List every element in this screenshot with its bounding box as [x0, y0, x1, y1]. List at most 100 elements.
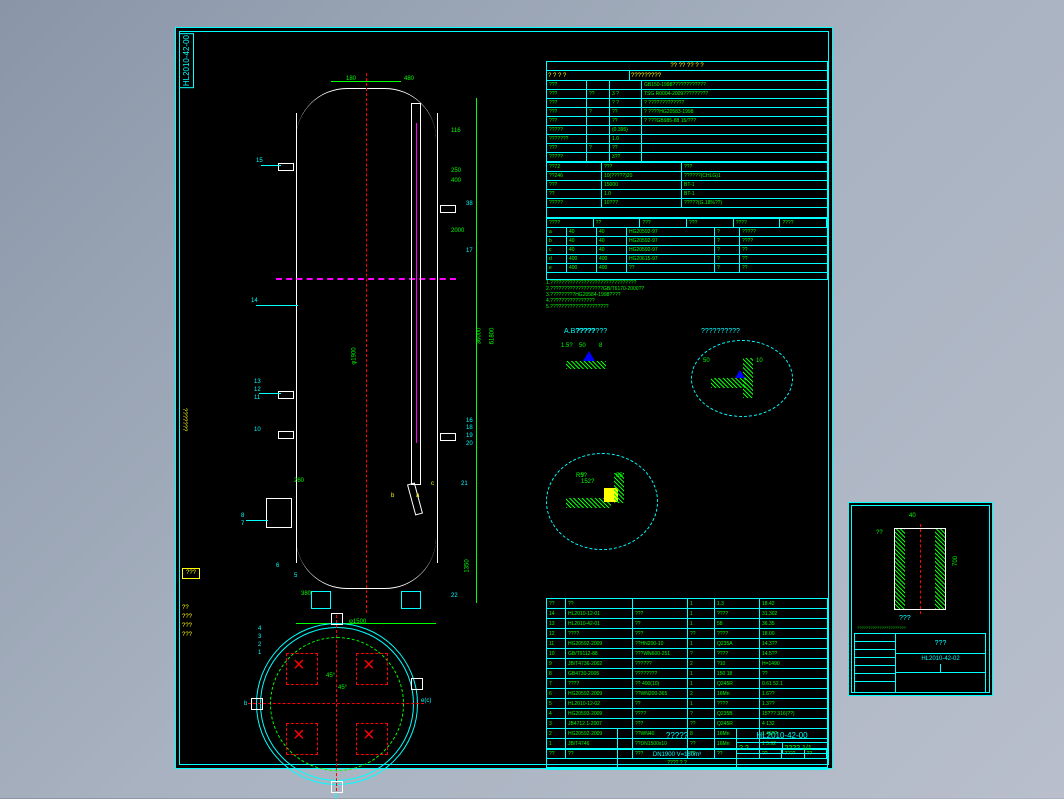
- spec-hdr-l: ? ? ? ?: [547, 70, 630, 81]
- leader-15: 15: [256, 158, 263, 164]
- horizontal-centerline: [276, 278, 456, 280]
- plan-angle: 45°: [326, 673, 335, 679]
- leader-10: 10: [254, 427, 261, 433]
- support-left: [311, 591, 331, 609]
- detA-dim1: 1.5?: [561, 343, 573, 349]
- lead-line-15: [261, 165, 281, 166]
- tb-dwg: HL2010-42-00: [737, 729, 827, 743]
- seq-1: ??: [182, 604, 200, 613]
- aux-part-view: 40 700 ??: [879, 518, 959, 618]
- detail-C-label: ????????: [576, 328, 607, 335]
- tank-elevation-view: 180 480 116 400 2000 250 φ1900 36000 618…: [236, 73, 496, 613]
- bolt-hole-3: ×: [286, 723, 318, 755]
- plan-noz-bot: [331, 781, 343, 793]
- bolt-hole-4: ×: [356, 723, 388, 755]
- seq-4: ???: [182, 631, 200, 640]
- leader-6: 6: [276, 563, 279, 569]
- leader-a: a: [416, 493, 419, 499]
- dim-380: 380: [301, 591, 311, 597]
- dim-61800: 61800: [489, 328, 495, 345]
- dim-480: 480: [404, 76, 414, 82]
- plan-leader-g: g: [334, 793, 337, 799]
- lead-line-14: [256, 305, 298, 306]
- nozzle-18: [440, 433, 456, 441]
- dim-116: 116: [451, 128, 461, 134]
- main-drawing-sheet: HL2010-42-00 180 480 116 400 2000 250 φ1…: [175, 27, 833, 769]
- tb-right: HL2010-42-00 ? ????? 1/1: [736, 729, 827, 767]
- nozzle-table: ???????????????????? a4040HG20592-97????…: [546, 218, 828, 280]
- aux-title-block: ??? HL2010-42-02: [854, 633, 986, 693]
- dim-400: 400: [451, 178, 461, 184]
- seq-3: ???: [182, 622, 200, 631]
- leader-21: 21: [461, 481, 468, 487]
- detB-h2: [743, 358, 753, 398]
- subsec-rows: ??72????????24610(?????)20??????(CHLG)1?…: [547, 162, 827, 208]
- detC-dim3: 55: [616, 473, 623, 479]
- main-spec-table: ?? ?? ?? ? ? ? ? ? ? ????????? ???GB150-…: [546, 61, 828, 218]
- tb-name: ?????: [618, 729, 736, 752]
- vertical-centerline: [366, 73, 367, 613]
- aux-tb-dwg: HL2010-42-02: [896, 654, 985, 664]
- aux-part-label: ???: [899, 615, 911, 622]
- notes-block: 1.???????????????????????????????2.?????…: [546, 280, 826, 315]
- spec-rows: ???GB150-1998?????????????????3 ?TSG R00…: [547, 81, 827, 162]
- bolt-hole-2: ×: [356, 653, 388, 685]
- leader-8: 8: [241, 513, 244, 519]
- detC-dim2: ?152?: [581, 473, 594, 485]
- tb-sheet: ???? 1/1: [783, 743, 828, 753]
- nozzle-header: ????????????????????: [547, 219, 827, 228]
- aux-tb-name: ???: [896, 634, 985, 654]
- plan-leader-b: b: [244, 701, 247, 707]
- plan-view: × × × × 45° 45° b e(c) g: [256, 623, 416, 783]
- aux-dim-w: 40: [909, 513, 916, 519]
- title-block: ????? DN1900 V=180m³ ???? ? ? HL2010-42-…: [546, 728, 828, 768]
- aux-drawing-sheet: 40 700 ?? ??? ?????????????????????? ???…: [848, 502, 993, 696]
- notes-text: 1.???????????????????????????????2.?????…: [546, 280, 826, 310]
- lead-line-8: [246, 520, 268, 521]
- detail-B-label: ??????????: [701, 328, 740, 335]
- aux-note: ??????????????????????: [857, 625, 982, 630]
- leader-b: b: [391, 493, 394, 499]
- tb-wt: ???? ? ?: [618, 758, 736, 767]
- detB-dim2: 10: [756, 358, 763, 364]
- nozzle-rows: a4040HG20592-97??????b4040HG20592-97????…: [547, 228, 827, 273]
- leader-22: 22: [451, 593, 458, 599]
- level-line: [416, 123, 417, 443]
- aux-dim-t: ??: [876, 530, 883, 536]
- tb-center: ????? DN1900 V=180m³ ???? ? ?: [618, 729, 736, 767]
- plan-angle2: 45°: [338, 685, 347, 691]
- side-vertical-label: ???????: [181, 408, 187, 431]
- detA-weld: [583, 351, 595, 361]
- leader-18: 18: [466, 425, 473, 431]
- aux-dim-h: 700: [953, 556, 959, 566]
- detB-h1: [711, 378, 746, 388]
- dim-phi1900: φ1900: [352, 347, 358, 364]
- dim-36000: 36000: [476, 328, 482, 345]
- tb-left: [547, 729, 618, 767]
- leader-38: 38: [466, 201, 473, 207]
- spec-hdr-r: ?????????: [630, 70, 827, 81]
- support-right: [401, 591, 421, 609]
- detB-dim: 50: [703, 358, 710, 364]
- aux-part-outline: [894, 528, 946, 610]
- leader-16: 16: [466, 418, 473, 424]
- leader-19: 19: [466, 433, 473, 439]
- detail-views: A.B????? ?????????? ???????? 1.5? 50 8 5…: [546, 328, 826, 553]
- lead-line-13: [259, 393, 281, 394]
- leader-c: c: [431, 481, 434, 487]
- seq-box: ???: [182, 568, 200, 579]
- leader-13: 13: [254, 379, 261, 385]
- drawing-id-vertical: HL2010-42-00: [179, 33, 194, 88]
- leader-17: 17: [466, 248, 473, 254]
- bom-rows: ????11.318.4214HL2010-12-01???1????31.30…: [547, 599, 827, 749]
- seq-2: ???: [182, 613, 200, 622]
- dim-1350: 1350: [465, 559, 471, 572]
- detA-dim3: 8: [599, 343, 602, 349]
- leader-11: 11: [254, 395, 260, 401]
- dim-line-height: [476, 98, 477, 603]
- detB-weld: [735, 370, 745, 378]
- nozzle-38: [440, 205, 456, 213]
- tb-scale: ? ?: [737, 743, 783, 753]
- leader-20: 20: [466, 441, 473, 447]
- plan-leader-e: e(c): [421, 698, 431, 704]
